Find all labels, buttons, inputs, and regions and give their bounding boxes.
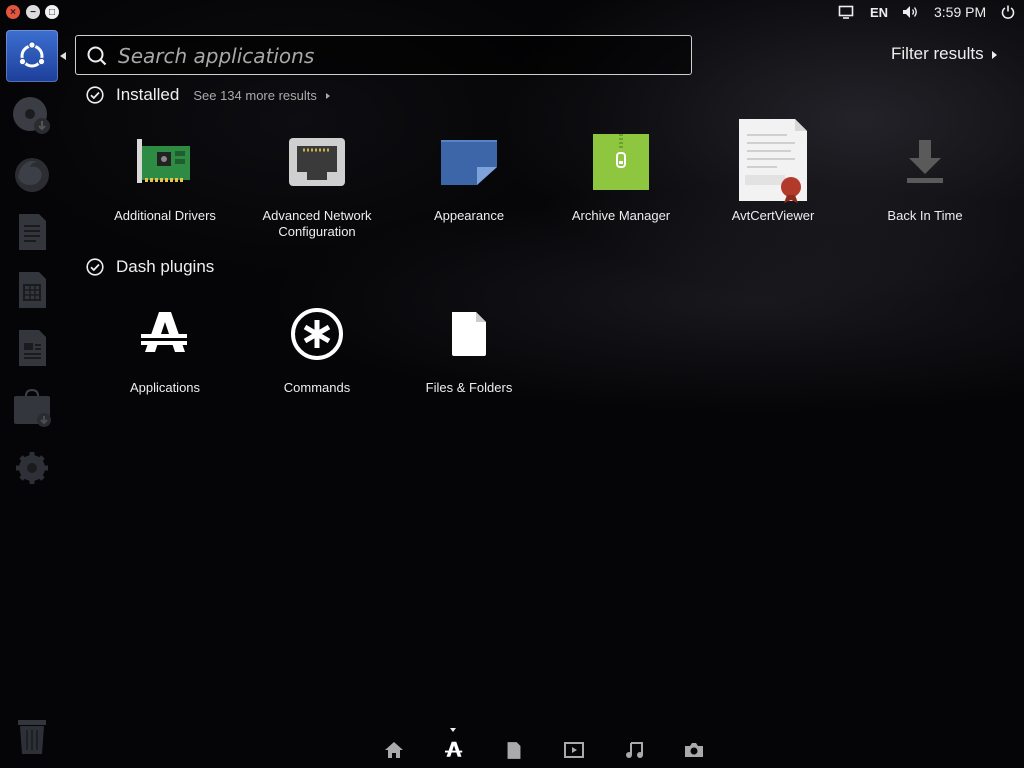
- lens-applications[interactable]: [441, 738, 467, 762]
- applications-lens-icon: [141, 312, 187, 352]
- plugin-label: Files & Folders: [425, 380, 513, 395]
- ubuntu-logo-icon: [18, 41, 46, 68]
- app-label: Archive Manager: [571, 208, 671, 223]
- plugin-label: Applications: [129, 380, 201, 395]
- app-tile-additional-drivers[interactable]: Additional Drivers: [90, 122, 240, 224]
- pci-card-icon: [137, 139, 190, 183]
- certificate-icon: [739, 119, 807, 203]
- window-maximize-button[interactable]: □: [45, 5, 59, 19]
- window-close-button[interactable]: ×: [6, 5, 20, 19]
- launcher-trash[interactable]: [8, 712, 56, 760]
- filter-results-label: Filter results: [891, 44, 984, 63]
- file-icon: [452, 312, 486, 356]
- category-title: Installed: [116, 85, 180, 104]
- search-input[interactable]: [116, 36, 680, 76]
- app-tile-advanced-network-configuration[interactable]: Advanced Network Configuration: [242, 122, 392, 240]
- plugin-tile-commands[interactable]: Commands: [242, 294, 392, 396]
- applications-lens-icon: [445, 741, 463, 757]
- check-circle-icon: [86, 86, 104, 104]
- launcher-impress[interactable]: [8, 324, 56, 372]
- launcher-active-arrow: [60, 52, 66, 60]
- sound-indicator[interactable]: [901, 0, 919, 24]
- category-dash-plugins-header: Dash plugins: [86, 256, 214, 278]
- app-label: Appearance: [433, 208, 505, 223]
- calc-sheet-icon: [19, 272, 46, 308]
- plugin-tile-applications[interactable]: Applications: [90, 294, 240, 396]
- app-label: Additional Drivers: [114, 208, 216, 223]
- settings-wrench-icon: [16, 452, 48, 484]
- dash-home-button[interactable]: [6, 30, 58, 82]
- impress-slide-icon: [19, 330, 46, 366]
- lens-bar: [380, 738, 710, 762]
- writer-doc-icon: [19, 214, 46, 250]
- download-arrow-icon: [907, 140, 943, 183]
- plugin-tile-files-folders[interactable]: Files & Folders: [394, 294, 544, 396]
- messaging-indicator[interactable]: [838, 0, 854, 24]
- disc-install-icon: [13, 97, 50, 134]
- filter-results-button[interactable]: Filter results: [891, 44, 997, 64]
- music-note-icon: [626, 742, 643, 758]
- trash-icon: [18, 720, 46, 754]
- search-box: [75, 35, 692, 76]
- home-icon: [385, 742, 403, 758]
- lens-photos[interactable]: [681, 738, 707, 762]
- expand-arrow-icon: [325, 93, 330, 100]
- lens-active-indicator: [450, 728, 456, 732]
- check-circle-icon: [86, 258, 104, 276]
- lens-video[interactable]: [561, 738, 587, 762]
- top-panel: × − □ EN 3:59 PM: [0, 0, 1024, 24]
- lens-music[interactable]: [621, 738, 647, 762]
- firefox-icon: [15, 158, 49, 192]
- appearance-icon: [441, 140, 497, 185]
- lens-home[interactable]: [381, 738, 407, 762]
- app-tile-appearance[interactable]: Appearance: [394, 122, 544, 224]
- session-indicator[interactable]: [1000, 0, 1016, 24]
- launcher-writer[interactable]: [8, 208, 56, 256]
- category-title: Dash plugins: [116, 257, 215, 276]
- file-icon: [507, 741, 521, 759]
- category-installed-header: Installed See 134 more results: [86, 84, 330, 106]
- see-more-results-link[interactable]: See 134 more results: [193, 88, 330, 103]
- launcher: [0, 24, 66, 768]
- launcher-settings[interactable]: [8, 444, 56, 492]
- app-tile-archive-manager[interactable]: Archive Manager: [546, 122, 696, 224]
- clock[interactable]: 3:59 PM: [934, 0, 986, 24]
- search-icon: [87, 46, 107, 66]
- app-label: AvtCertViewer: [731, 208, 815, 223]
- plugin-label: Commands: [283, 380, 351, 395]
- keyboard-layout-indicator[interactable]: EN: [870, 0, 888, 24]
- launcher-disc-installer[interactable]: [8, 92, 56, 140]
- lens-files[interactable]: [501, 738, 527, 762]
- video-icon: [564, 742, 584, 758]
- launcher-software-center[interactable]: [8, 384, 56, 432]
- volume-icon: [903, 6, 917, 18]
- window-minimize-button[interactable]: −: [26, 5, 40, 19]
- network-port-icon: [289, 138, 345, 186]
- app-label: Advanced Network Configuration: [262, 208, 372, 239]
- power-icon: [1001, 5, 1015, 19]
- message-screen-icon: [838, 5, 854, 19]
- launcher-firefox[interactable]: [8, 150, 56, 198]
- app-tile-back-in-time[interactable]: Back In Time: [850, 122, 1000, 224]
- expand-arrow-icon: [991, 50, 997, 59]
- commands-asterisk-icon: [291, 308, 343, 360]
- software-bag-icon: [14, 388, 51, 427]
- launcher-calc[interactable]: [8, 266, 56, 314]
- app-tile-avtcertviewer[interactable]: AvtCertViewer: [698, 118, 848, 224]
- camera-icon: [685, 743, 703, 757]
- app-label: Back In Time: [887, 208, 963, 223]
- archive-zip-icon: [593, 134, 649, 190]
